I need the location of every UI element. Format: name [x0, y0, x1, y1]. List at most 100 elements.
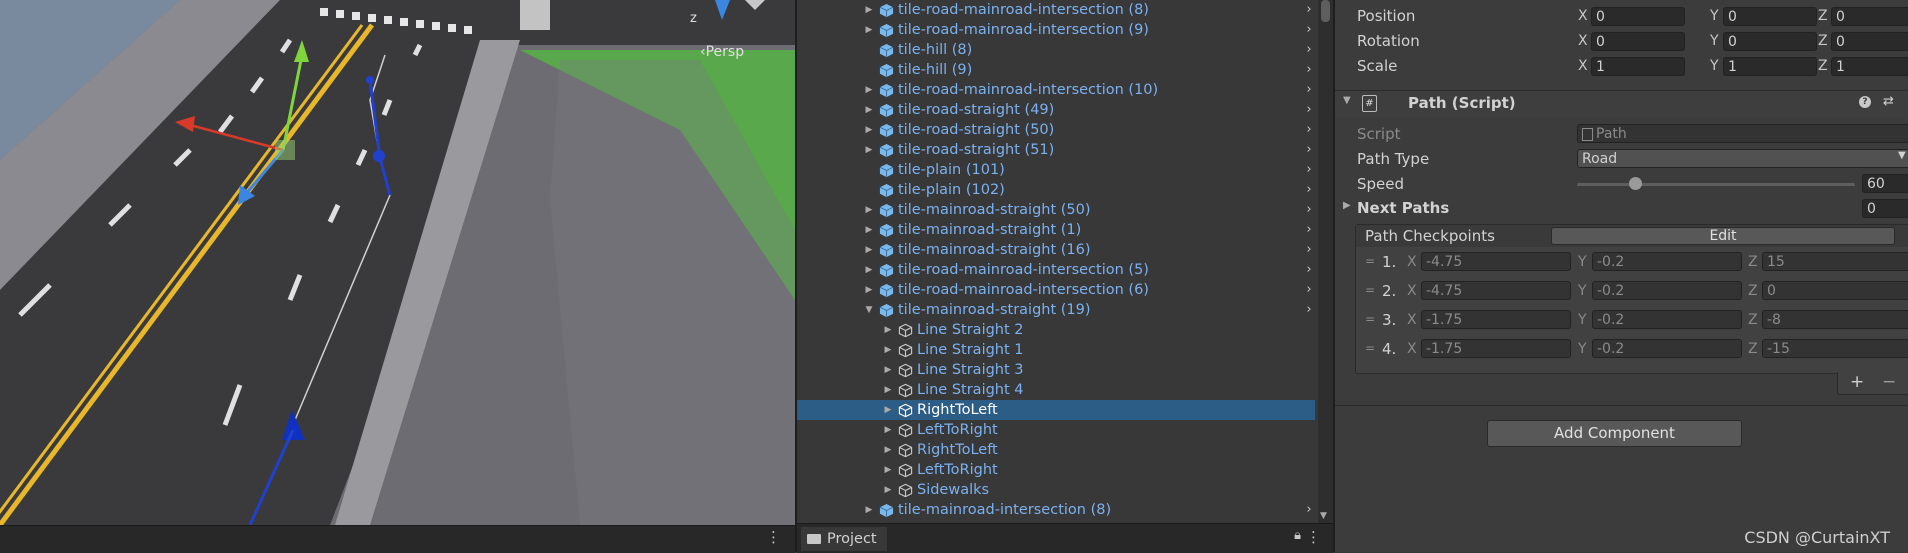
foldout-right-icon[interactable]: ▶ — [882, 320, 894, 340]
hierarchy-row[interactable]: ▶ LeftToRight — [797, 460, 1315, 480]
axis-label-x[interactable]: X — [1578, 33, 1588, 49]
hierarchy-row[interactable]: ▼ tile-mainroad-straight (19) › — [797, 300, 1315, 320]
checkpoint-z-field[interactable]: 0 — [1762, 281, 1908, 300]
checkpoint-x-field[interactable]: -1.75 — [1421, 310, 1571, 329]
open-prefab-chevron-icon[interactable]: › — [1303, 100, 1315, 120]
edit-checkpoints-button[interactable]: Edit — [1551, 227, 1895, 245]
hierarchy-row[interactable]: ▶ tile-road-mainroad-intersection (9) › — [797, 20, 1315, 40]
hierarchy-scrollbar[interactable]: ▼ — [1318, 0, 1333, 523]
axis-label-y[interactable]: Y — [1710, 58, 1719, 74]
hierarchy-row[interactable]: ▶ tile-road-mainroad-intersection (6) › — [797, 280, 1315, 300]
axis-label-z[interactable]: Z — [1818, 58, 1828, 74]
preset-icon[interactable]: ⇄ — [1883, 94, 1894, 109]
open-prefab-chevron-icon[interactable]: › — [1303, 200, 1315, 220]
axis-label-x[interactable]: X — [1407, 341, 1417, 357]
axis-label-z[interactable]: Z — [1748, 254, 1758, 270]
foldout-right-icon[interactable]: ▶ — [863, 140, 875, 160]
axis-label-y[interactable]: Y — [1578, 312, 1587, 328]
scene-viewport[interactable]: z ‹Persp — [0, 0, 795, 525]
transform-y-field[interactable]: 0 — [1723, 32, 1817, 51]
axis-label-x[interactable]: X — [1407, 254, 1417, 270]
open-prefab-chevron-icon[interactable]: › — [1303, 0, 1315, 20]
hierarchy-row[interactable]: ▶ tile-road-straight (50) › — [797, 120, 1315, 140]
checkpoint-z-field[interactable]: -8 — [1762, 310, 1908, 329]
open-prefab-chevron-icon[interactable]: › — [1303, 60, 1315, 80]
checkpoint-x-field[interactable]: -4.75 — [1421, 252, 1571, 271]
hierarchy-row[interactable]: ▶ tile-mainroad-straight (1) › — [797, 220, 1315, 240]
foldout-right-icon[interactable]: ▶ — [1343, 200, 1351, 211]
foldout-right-icon[interactable]: ▶ — [882, 380, 894, 400]
axis-label-z[interactable]: Z — [1748, 341, 1758, 357]
hierarchy-row[interactable]: ▶ tile-road-mainroad-intersection (5) › — [797, 260, 1315, 280]
scroll-down-icon[interactable]: ▼ — [1320, 511, 1327, 521]
axis-label-x[interactable]: X — [1407, 312, 1417, 328]
checkpoint-y-field[interactable]: -0.2 — [1592, 310, 1742, 329]
hierarchy-row[interactable]: tile-hill (9) › — [797, 60, 1315, 80]
hierarchy-row[interactable]: ▶ tile-mainroad-straight (50) › — [797, 200, 1315, 220]
add-component-button[interactable]: Add Component — [1487, 420, 1742, 447]
hierarchy-row[interactable]: ▶ Sidewalks — [797, 480, 1315, 500]
foldout-right-icon[interactable]: ▶ — [882, 460, 894, 480]
open-prefab-chevron-icon[interactable]: › — [1303, 280, 1315, 300]
open-prefab-chevron-icon[interactable]: › — [1303, 300, 1315, 320]
foldout-down-icon[interactable]: ▼ — [1343, 95, 1351, 106]
persp-label[interactable]: ‹Persp — [700, 44, 744, 60]
transform-y-field[interactable]: 0 — [1723, 7, 1817, 26]
foldout-right-icon[interactable]: ▶ — [882, 360, 894, 380]
checkpoint-y-field[interactable]: -0.2 — [1592, 281, 1742, 300]
scene-menu-icon[interactable]: ⋮ — [766, 528, 781, 546]
foldout-right-icon[interactable]: ▶ — [882, 480, 894, 500]
open-prefab-chevron-icon[interactable]: › — [1303, 160, 1315, 180]
axis-label-y[interactable]: Y — [1578, 341, 1587, 357]
transform-x-field[interactable]: 1 — [1591, 57, 1685, 76]
hierarchy-row[interactable]: ▶ Line Straight 3 — [797, 360, 1315, 380]
hierarchy-row[interactable]: ▶ RightToLeft — [797, 440, 1315, 460]
axis-label-y[interactable]: Y — [1578, 254, 1587, 270]
foldout-right-icon[interactable]: ▶ — [863, 500, 875, 520]
hierarchy-row[interactable]: ▶ tile-road-straight (51) › — [797, 140, 1315, 160]
drag-handle-icon[interactable]: = — [1365, 312, 1375, 326]
help-icon[interactable]: ? — [1859, 96, 1871, 108]
scene-view[interactable]: z ‹Persp — [0, 0, 795, 525]
hierarchy-row[interactable]: ▶ LeftToRight — [797, 420, 1315, 440]
foldout-right-icon[interactable]: ▶ — [863, 260, 875, 280]
axis-label-z[interactable]: Z — [1748, 283, 1758, 299]
path-type-dropdown[interactable]: Road — [1577, 149, 1908, 168]
project-tab[interactable]: Project — [801, 527, 887, 551]
hierarchy-row[interactable]: ▶ Line Straight 1 — [797, 340, 1315, 360]
next-paths-label[interactable]: Next Paths — [1357, 199, 1449, 217]
foldout-down-icon[interactable]: ▼ — [863, 300, 875, 320]
open-prefab-chevron-icon[interactable]: › — [1303, 500, 1315, 520]
axis-label-y[interactable]: Y — [1710, 8, 1719, 24]
hierarchy-row[interactable]: ▶ tile-road-straight (49) › — [797, 100, 1315, 120]
open-prefab-chevron-icon[interactable]: › — [1303, 20, 1315, 40]
foldout-right-icon[interactable]: ▶ — [863, 220, 875, 240]
hierarchy-row[interactable]: tile-plain (102) › — [797, 180, 1315, 200]
hierarchy-row[interactable]: ▶ RightToLeft — [797, 400, 1315, 420]
open-prefab-chevron-icon[interactable]: › — [1303, 260, 1315, 280]
axis-label-x[interactable]: X — [1578, 58, 1588, 74]
axis-label-y[interactable]: Y — [1710, 33, 1719, 49]
scrollbar-thumb[interactable] — [1321, 0, 1330, 22]
checkpoint-x-field[interactable]: -4.75 — [1421, 281, 1571, 300]
open-prefab-chevron-icon[interactable]: › — [1303, 120, 1315, 140]
transform-x-field[interactable]: 0 — [1591, 7, 1685, 26]
next-paths-count[interactable]: 0 — [1862, 199, 1908, 218]
open-prefab-chevron-icon[interactable]: › — [1303, 220, 1315, 240]
checkpoint-x-field[interactable]: -1.75 — [1421, 339, 1571, 358]
open-prefab-chevron-icon[interactable]: › — [1303, 240, 1315, 260]
open-prefab-chevron-icon[interactable]: › — [1303, 140, 1315, 160]
hierarchy-row[interactable]: ▶ tile-road-mainroad-intersection (10) › — [797, 80, 1315, 100]
add-checkpoint-button[interactable]: + — [1850, 372, 1864, 392]
foldout-right-icon[interactable]: ▶ — [882, 340, 894, 360]
project-menu-icon[interactable]: ⋮ — [1306, 528, 1321, 546]
checkpoint-y-field[interactable]: -0.2 — [1592, 252, 1742, 271]
hierarchy-row[interactable]: ▶ tile-road-mainroad-intersection (8) › — [797, 0, 1315, 20]
speed-slider-track[interactable] — [1577, 183, 1855, 186]
foldout-right-icon[interactable]: ▶ — [882, 400, 894, 420]
checkpoint-z-field[interactable]: -15 — [1762, 339, 1908, 358]
axis-label-z[interactable]: Z — [1818, 33, 1828, 49]
foldout-right-icon[interactable]: ▶ — [863, 20, 875, 40]
drag-handle-icon[interactable]: = — [1365, 254, 1375, 268]
open-prefab-chevron-icon[interactable]: › — [1303, 40, 1315, 60]
